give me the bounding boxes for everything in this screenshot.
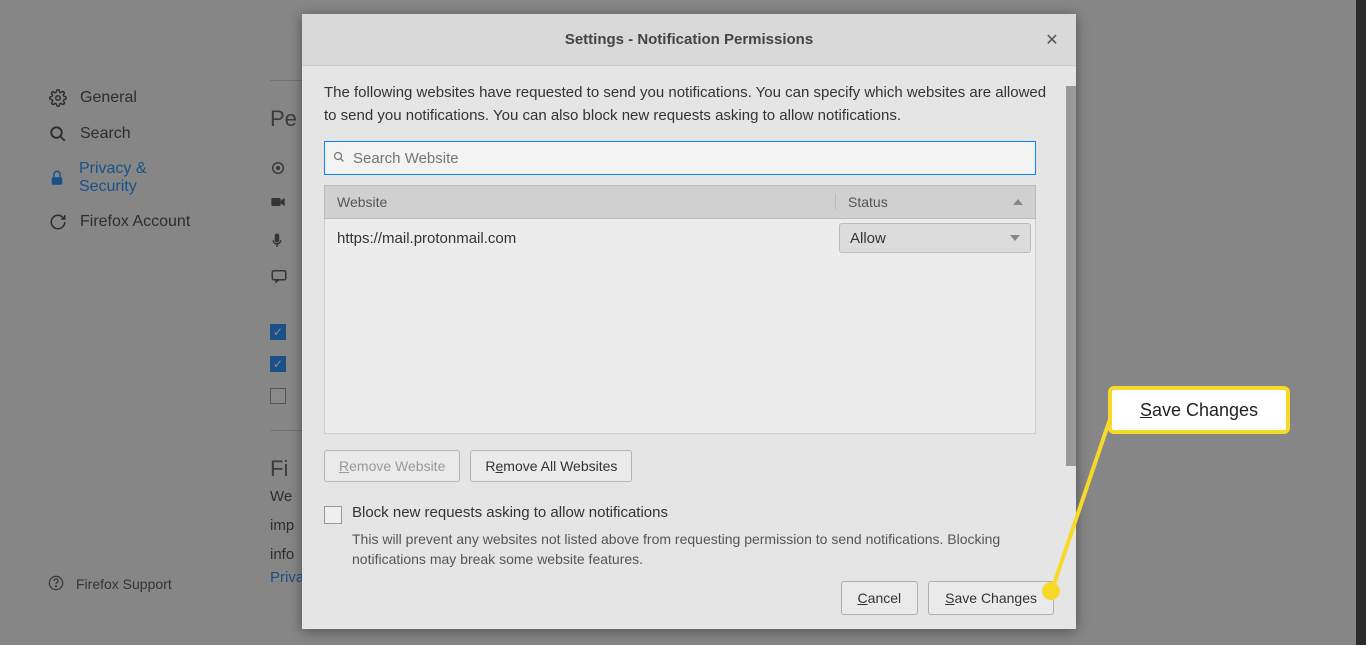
table-header: Website Status [324,185,1036,219]
block-new-requests-row: Block new requests asking to allow notif… [324,504,1054,524]
status-dropdown[interactable]: Allow [839,223,1031,253]
dialog-footer-buttons: Cancel Save Changes [841,581,1054,615]
remove-buttons-row: Remove Website Remove All Websites [324,450,1054,482]
td-status: Allow [835,223,1035,253]
dialog-title: Settings - Notification Permissions [565,31,813,48]
block-checkbox[interactable] [324,506,342,524]
right-strip [1356,0,1366,645]
cancel-button[interactable]: Cancel [841,581,919,615]
status-value: Allow [850,230,886,247]
td-website: https://mail.protonmail.com [325,230,835,247]
block-sublabel: This will prevent any websites not liste… [352,530,1054,569]
search-input[interactable] [353,150,1027,167]
th-website[interactable]: Website [325,194,835,210]
annotation-callout: Save Changes [1108,386,1290,434]
table-row[interactable]: https://mail.protonmail.com Allow [325,219,1035,257]
chevron-down-icon [1010,235,1020,241]
dialog-body: The following websites have requested to… [302,66,1076,629]
dialog-header: Settings - Notification Permissions ✕ [302,14,1076,66]
th-status[interactable]: Status [835,194,1035,210]
sort-asc-icon [1013,199,1023,205]
close-button[interactable]: ✕ [1040,28,1064,52]
th-status-label: Status [848,194,888,210]
remove-all-button[interactable]: Remove All Websites [470,450,632,482]
table-body: https://mail.protonmail.com Allow [324,219,1036,434]
search-website-field[interactable] [324,141,1036,175]
notification-permissions-dialog: Settings - Notification Permissions ✕ Th… [302,14,1076,629]
block-label: Block new requests asking to allow notif… [352,504,668,521]
search-icon [333,151,347,165]
dialog-description: The following websites have requested to… [324,82,1054,127]
remove-website-button[interactable]: Remove Website [324,450,460,482]
annotation-dot [1042,582,1060,600]
save-changes-button[interactable]: Save Changes [928,581,1054,615]
